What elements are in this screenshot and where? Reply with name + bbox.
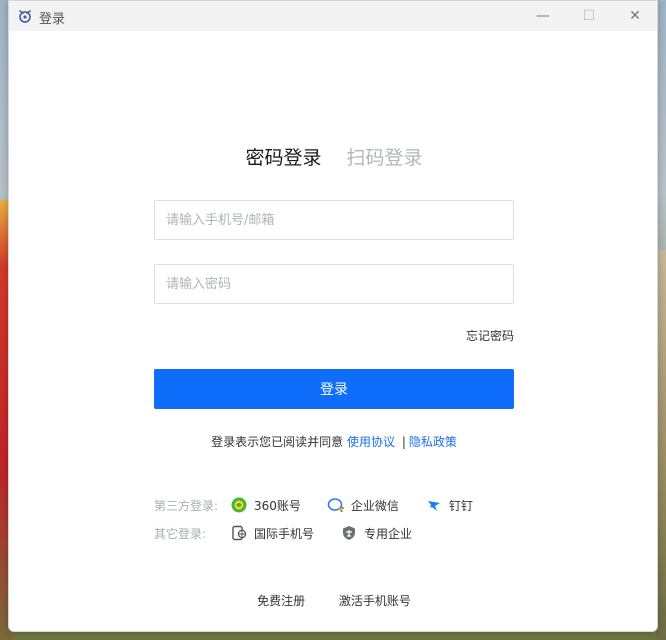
window-title: 登录 <box>39 12 66 27</box>
tab-qrcode-login[interactable]: 扫码登录 <box>347 143 423 170</box>
login-wecom-option[interactable]: 企业微信 <box>327 496 399 514</box>
login-tabs: 密码登录 扫码登录 <box>9 143 657 170</box>
other-login-label: 其它登录: <box>154 526 207 541</box>
third-party-label: 第三方登录: <box>154 498 219 513</box>
intl-phone-icon <box>230 524 248 542</box>
agreement-separator: | <box>401 435 406 449</box>
phone-email-input[interactable] <box>154 200 514 240</box>
footer-links: 免费注册 激活手机账号 <box>9 592 657 609</box>
password-input[interactable] <box>154 264 514 304</box>
forgot-password-link[interactable]: 忘记密码 <box>466 329 514 343</box>
minimize-icon: — <box>536 8 550 24</box>
privacy-policy-link[interactable]: 隐私政策 <box>409 435 457 449</box>
360-icon <box>230 496 248 514</box>
free-register-link[interactable]: 免费注册 <box>257 594 305 608</box>
maximize-icon: ☐ <box>582 8 596 24</box>
login-enterprise-option[interactable]: 专用企业 <box>340 524 412 542</box>
wecom-icon <box>327 496 345 514</box>
title-bar[interactable]: 登录 — ☐ ✕ <box>9 1 657 31</box>
login-wecom-label: 企业微信 <box>350 498 399 513</box>
tab-password-login[interactable]: 密码登录 <box>245 143 321 170</box>
login-dingtalk-label: 钉钉 <box>448 498 473 513</box>
terms-of-use-link[interactable]: 使用协议 <box>347 435 395 449</box>
other-login-row: 其它登录: 国际手机号 专用企业 <box>154 523 438 543</box>
login-intl-phone-label: 国际手机号 <box>254 526 315 541</box>
login-enterprise-label: 专用企业 <box>364 526 413 541</box>
close-button[interactable]: ✕ <box>612 1 657 31</box>
agreement-text: 登录表示您已阅读并同意 使用协议 | 隐私政策 <box>9 433 657 450</box>
login-360-label: 360账号 <box>254 498 301 513</box>
close-icon: ✕ <box>629 8 641 24</box>
dingtalk-icon <box>425 496 443 514</box>
maximize-button[interactable]: ☐ <box>566 1 612 31</box>
login-button[interactable]: 登录 <box>154 369 514 409</box>
enterprise-shield-icon <box>340 524 358 542</box>
login-window: 登录 — ☐ ✕ 密码登录 扫码登录 忘记密码 登录 登录表示您已阅读并同意 使… <box>8 0 658 632</box>
activate-phone-account-link[interactable]: 激活手机账号 <box>339 594 411 608</box>
minimize-button[interactable]: — <box>520 1 566 31</box>
login-360-option[interactable]: 360账号 <box>230 496 301 514</box>
login-dingtalk-option[interactable]: 钉钉 <box>425 496 473 514</box>
agreement-prefix: 登录表示您已阅读并同意 <box>211 435 344 449</box>
third-party-login-row: 第三方登录: 360账号 企业微信 钉钉 <box>154 495 499 515</box>
login-intl-phone-option[interactable]: 国际手机号 <box>230 524 314 542</box>
app-logo-icon <box>19 10 31 23</box>
